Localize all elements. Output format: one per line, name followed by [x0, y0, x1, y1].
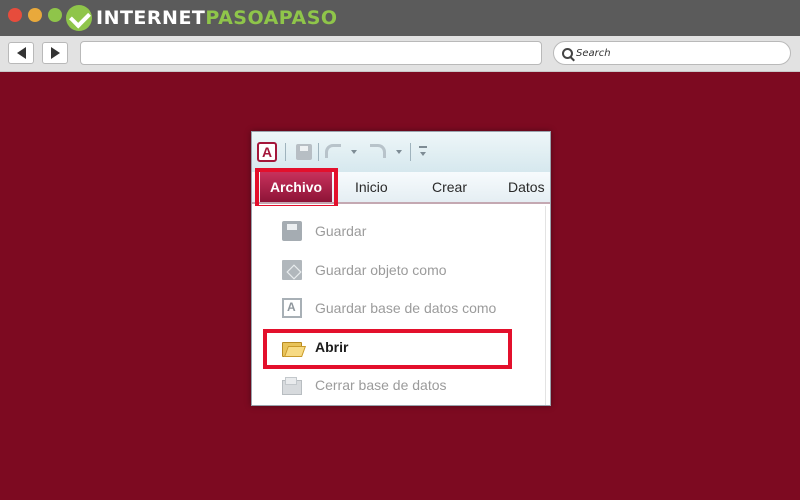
menu-item-guardar-base-de-datos-como[interactable]: Guardar base de datos como [282, 296, 496, 320]
toolbar-divider [318, 143, 319, 161]
close-window-button[interactable] [8, 8, 22, 22]
redo-dropdown-icon[interactable] [396, 150, 402, 154]
customize-toolbar-icon[interactable] [419, 146, 427, 156]
chevron-right-icon [50, 47, 60, 59]
toolbar-divider [410, 143, 411, 161]
close-database-icon [282, 375, 302, 395]
quick-access-toolbar: A [252, 132, 550, 172]
save-object-icon [282, 260, 302, 280]
browser-titlebar: INTERNETPASOAPASO [0, 0, 800, 36]
address-bar[interactable] [80, 41, 542, 65]
abrir-highlight-box [263, 329, 512, 369]
redo-icon[interactable] [370, 144, 386, 158]
tab-datos[interactable]: Datos [508, 172, 545, 202]
save-icon[interactable] [296, 144, 312, 160]
undo-icon[interactable] [325, 144, 341, 158]
tab-crear[interactable]: Crear [432, 172, 467, 202]
logo-text-prefix: INTERNET [96, 7, 206, 29]
search-label: Search [576, 47, 611, 59]
search-input[interactable]: Search [553, 41, 791, 65]
logo-text-accent: PASOAPASO [205, 7, 338, 29]
search-icon [562, 47, 573, 59]
site-logo: INTERNETPASOAPASO [66, 4, 338, 32]
checkmark-logo-icon [66, 5, 92, 31]
chevron-left-icon [16, 47, 26, 59]
file-menu: Guardar Guardar objeto como Guardar base… [252, 206, 550, 405]
forward-button[interactable] [42, 42, 68, 64]
maximize-window-button[interactable] [48, 8, 62, 22]
menu-item-label: Guardar objeto como [315, 262, 447, 278]
menu-item-label: Guardar base de datos como [315, 300, 497, 316]
tab-inicio[interactable]: Inicio [355, 172, 388, 202]
logo-text: INTERNETPASOAPASO [96, 7, 338, 29]
back-button[interactable] [8, 42, 34, 64]
menu-item-guardar[interactable]: Guardar [282, 219, 366, 243]
toolbar-divider [285, 143, 286, 161]
browser-toolbar: Search [0, 36, 800, 72]
save-database-icon [282, 298, 302, 318]
menu-item-label: Cerrar base de datos [315, 377, 447, 393]
menu-item-cerrar-base-de-datos[interactable]: Cerrar base de datos [282, 373, 447, 397]
save-icon [282, 221, 302, 241]
menu-item-guardar-objeto-como[interactable]: Guardar objeto como [282, 258, 447, 282]
access-app-icon[interactable]: A [257, 142, 277, 162]
minimize-window-button[interactable] [28, 8, 42, 22]
undo-dropdown-icon[interactable] [351, 150, 357, 154]
archivo-highlight-box [255, 168, 338, 209]
access-window-screenshot: A Archivo Inicio Crear Datos Guardar Gua… [251, 131, 551, 406]
menu-item-label: Guardar [315, 223, 367, 239]
